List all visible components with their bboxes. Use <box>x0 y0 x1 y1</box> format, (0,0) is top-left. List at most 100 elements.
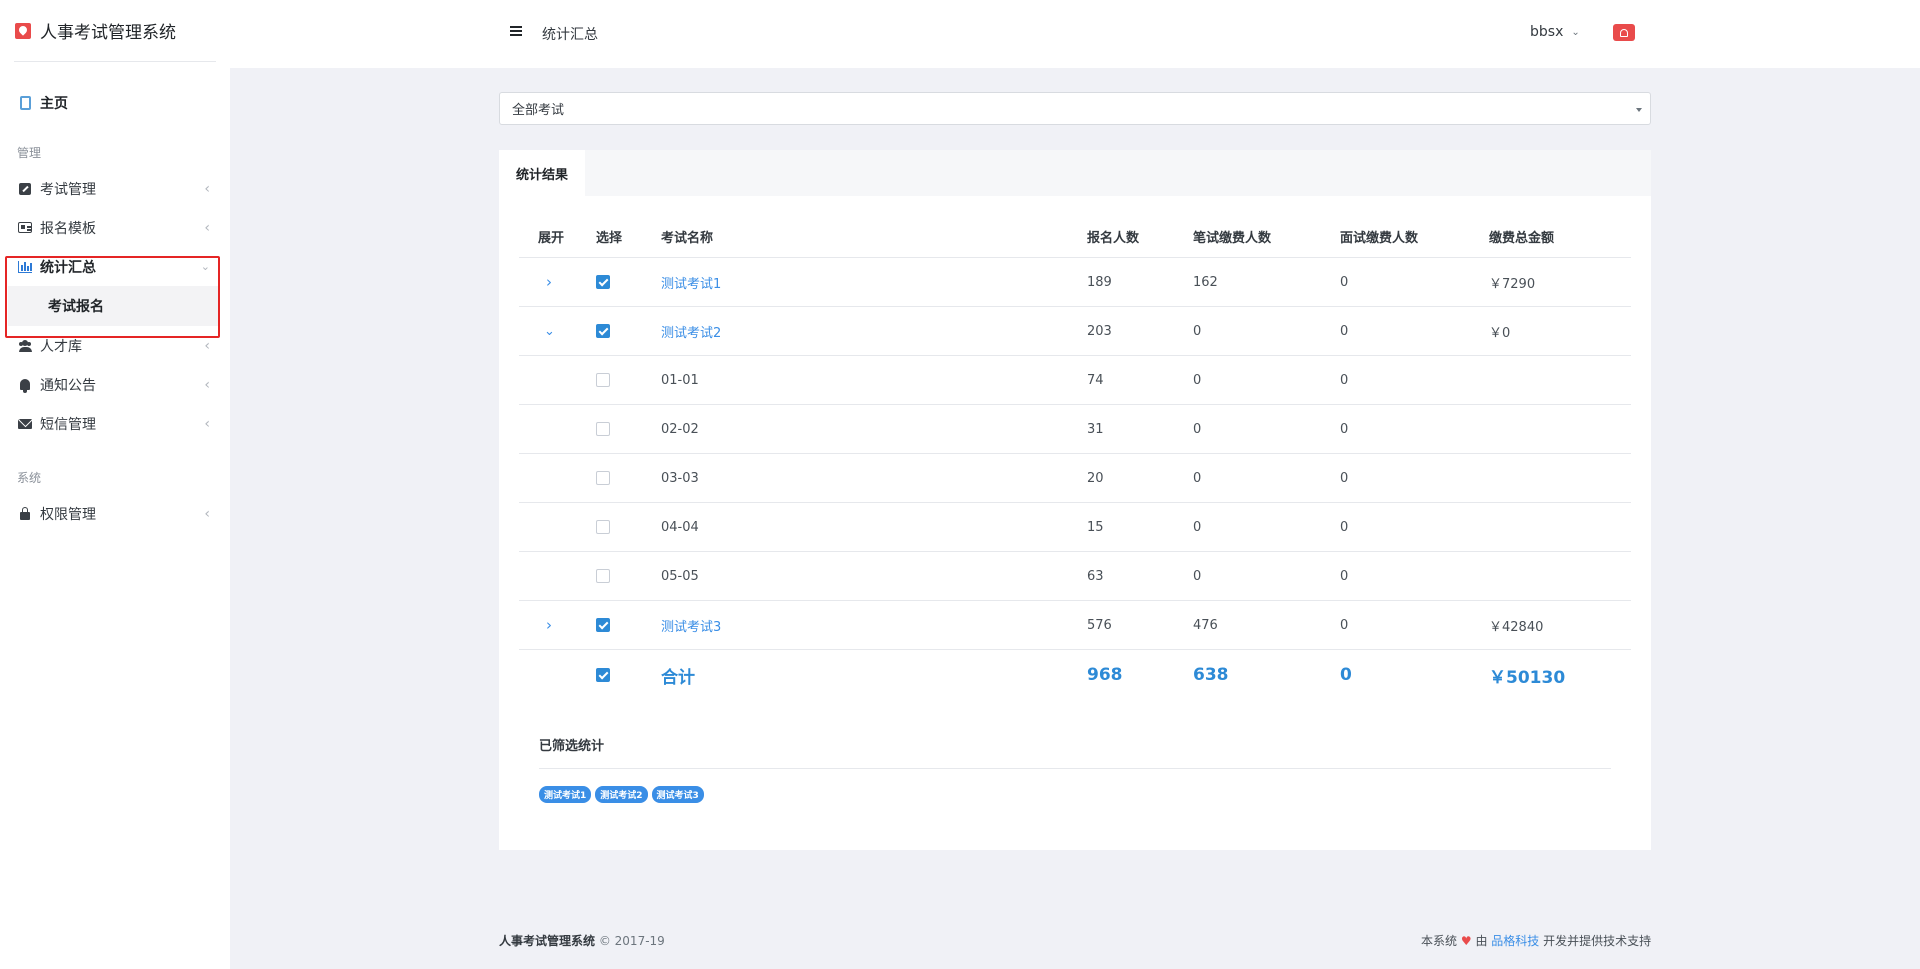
chevron-left-icon: ‹ <box>204 337 210 354</box>
expand-icon[interactable]: › <box>546 616 552 634</box>
envelope-icon <box>18 417 32 431</box>
sidebar-item-home[interactable]: 主页 <box>0 86 230 120</box>
row-checkbox[interactable] <box>596 618 610 632</box>
section-label-manage: 管理 <box>17 146 42 160</box>
footer-copyright: 人事考试管理系统 © 2017-19 <box>499 932 665 949</box>
sidebar: 人事考试管理系统 主页 管理 考试管理 ‹ 报名模板 ‹ 统计汇总 ⌄ 考试报名… <box>0 0 230 969</box>
table-row: › 测试考试1 189 162 0 ￥7290 <box>519 258 1631 307</box>
bar-chart-icon <box>18 260 32 274</box>
position-name: 04-04 <box>661 519 699 535</box>
sidebar-item-notice[interactable]: 通知公告 ‹ <box>0 365 230 404</box>
company-link[interactable]: 品格科技 <box>1491 934 1539 948</box>
position-name: 03-03 <box>661 470 699 486</box>
sidebar-item-permissions[interactable]: 权限管理 ‹ <box>0 494 230 533</box>
lock-icon <box>18 506 32 521</box>
total-amount: ￥7290 <box>1489 276 1536 292</box>
footer-prefix: 本系统 <box>1421 934 1458 948</box>
row-checkbox[interactable] <box>596 569 610 583</box>
interview-paid-count: 0 <box>1340 421 1349 437</box>
interview-paid-count: 0 <box>1340 323 1349 339</box>
row-checkbox[interactable] <box>596 324 610 338</box>
signup-count: 20 <box>1087 470 1104 486</box>
app-title: 人事考试管理系统 <box>40 23 176 43</box>
select-all-checkbox[interactable] <box>596 668 610 682</box>
user-menu[interactable]: bbsx ⌄ <box>1530 24 1580 40</box>
signup-count: 31 <box>1087 421 1104 437</box>
exam-select[interactable]: 全部考试 <box>499 92 1651 125</box>
signup-count: 74 <box>1087 372 1104 388</box>
interview-paid-count: 0 <box>1340 617 1349 633</box>
table-total-row: 合计 968 638 0 ￥50130 <box>519 650 1631 700</box>
interview-paid-count: 0 <box>1340 568 1349 584</box>
footer-copy: © 2017-19 <box>598 934 665 948</box>
caret-down-icon <box>1636 108 1642 112</box>
row-checkbox[interactable] <box>596 373 610 387</box>
row-checkbox[interactable] <box>596 520 610 534</box>
row-checkbox[interactable] <box>596 422 610 436</box>
logo-icon <box>15 22 31 39</box>
table-row: ⌄ 测试考试2 203 0 0 ￥0 <box>519 307 1631 356</box>
filter-badge[interactable]: 测试考试2 <box>595 786 648 803</box>
exam-link[interactable]: 测试考试2 <box>661 326 721 341</box>
filtered-stats: 已筛选统计 测试考试1 测试考试2 测试考试3 <box>539 735 1611 803</box>
row-checkbox[interactable] <box>596 471 610 485</box>
sidebar-item-statistics[interactable]: 统计汇总 ⌄ <box>0 247 230 286</box>
written-paid-count: 0 <box>1193 372 1202 388</box>
sidebar-item-sms[interactable]: 短信管理 ‹ <box>0 404 230 443</box>
sidebar-subitem-exam-signup[interactable]: 考试报名 <box>8 286 220 326</box>
signup-count: 15 <box>1087 519 1104 535</box>
interview-paid-count: 0 <box>1340 470 1349 486</box>
heart-icon: ♥ <box>1460 934 1472 948</box>
column-header: 选择 <box>596 231 623 246</box>
notification-button[interactable] <box>1613 24 1635 41</box>
row-checkbox[interactable] <box>596 275 610 289</box>
total-amount-sum: ￥50130 <box>1489 667 1566 688</box>
sidebar-item-signup-template[interactable]: 报名模板 ‹ <box>0 208 230 247</box>
expand-icon[interactable]: › <box>546 273 552 291</box>
table-row: › 测试考试3 576 476 0 ￥42840 <box>519 601 1631 650</box>
filter-badge[interactable]: 测试考试3 <box>651 786 704 803</box>
edit-icon <box>18 182 32 196</box>
collapse-icon[interactable]: ⌄ <box>544 324 555 339</box>
chevron-left-icon: ‹ <box>204 505 210 522</box>
exam-link[interactable]: 测试考试3 <box>661 620 721 635</box>
written-paid-count: 0 <box>1193 470 1202 486</box>
total-written-paid: 638 <box>1193 665 1229 685</box>
table-row: 05-05 63 0 0 <box>519 552 1631 601</box>
table-row: 04-04 15 0 0 <box>519 503 1631 552</box>
chevron-left-icon: ‹ <box>204 180 210 197</box>
position-name: 01-01 <box>661 372 699 388</box>
chevron-double-down-icon: ⌄ <box>200 260 210 273</box>
statistics-table: 展开 选择 考试名称 报名人数 笔试缴费人数 面试缴费人数 缴费总金额 › 测试… <box>519 216 1631 700</box>
menu-toggle-icon[interactable] <box>510 26 522 36</box>
signup-count: 203 <box>1087 323 1112 339</box>
bell-icon <box>1620 28 1628 37</box>
total-signup: 968 <box>1087 665 1123 685</box>
table-header: 展开 选择 考试名称 报名人数 笔试缴费人数 面试缴费人数 缴费总金额 <box>519 216 1631 258</box>
total-label: 合计 <box>661 667 695 688</box>
section-label-system: 系统 <box>17 471 42 485</box>
clipboard-icon <box>18 96 32 110</box>
exam-select-value: 全部考试 <box>512 103 565 118</box>
position-name: 02-02 <box>661 421 699 437</box>
filter-badge[interactable]: 测试考试1 <box>539 786 592 803</box>
sidebar-item-talent-pool[interactable]: 人才库 ‹ <box>0 326 230 365</box>
interview-paid-count: 0 <box>1340 372 1349 388</box>
card-tabs: 统计结果 <box>499 150 1651 196</box>
column-header: 笔试缴费人数 <box>1193 231 1272 246</box>
total-interview-paid: 0 <box>1340 665 1352 685</box>
column-header: 考试名称 <box>661 231 714 246</box>
sidebar-item-label: 报名模板 <box>40 220 96 237</box>
written-paid-count: 0 <box>1193 421 1202 437</box>
chevron-left-icon: ‹ <box>204 219 210 236</box>
exam-link[interactable]: 测试考试1 <box>661 277 721 292</box>
sidebar-item-exam-manage[interactable]: 考试管理 ‹ <box>0 169 230 208</box>
total-amount: ￥42840 <box>1489 619 1544 635</box>
footer-suffix: 开发并提供技术支持 <box>1543 934 1652 948</box>
total-amount: ￥0 <box>1489 325 1511 341</box>
sidebar-item-label: 通知公告 <box>40 377 96 394</box>
tab-statistics-result[interactable]: 统计结果 <box>499 150 585 196</box>
brand[interactable]: 人事考试管理系统 <box>14 0 216 62</box>
chevron-down-icon: ⌄ <box>1571 26 1580 38</box>
table-row: 02-02 31 0 0 <box>519 405 1631 454</box>
